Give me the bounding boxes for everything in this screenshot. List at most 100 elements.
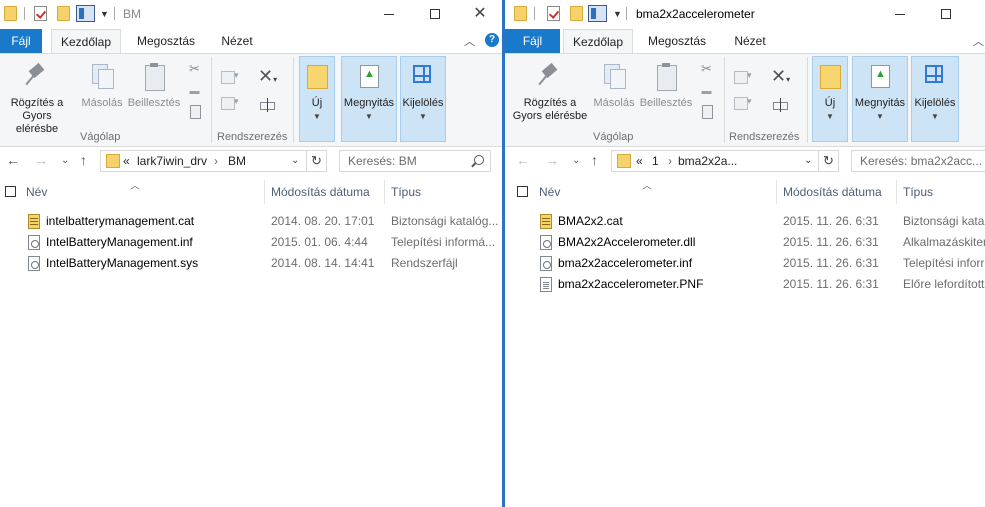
tab-view[interactable]: Nézet: [725, 29, 775, 54]
file-row[interactable]: bma2x2accelerometer.PNF 2015. 11. 26. 6:…: [505, 274, 985, 295]
copy-path-icon[interactable]: ▬: [187, 84, 202, 99]
maximize-button[interactable]: [923, 2, 969, 26]
minimize-button[interactable]: [877, 2, 923, 26]
divider: [384, 180, 385, 204]
pin-quick-access-button[interactable]: Rögzítés a Gyors elérésbe: [4, 62, 70, 136]
recent-locations-chevron-icon[interactable]: ⌄: [572, 155, 580, 166]
tab-share[interactable]: Megosztás: [641, 29, 713, 54]
pin-quick-access-button[interactable]: Rögzítés a Gyors elérésbe: [511, 62, 589, 123]
chevron-down-icon: ▼: [313, 112, 321, 121]
paste-shortcut-icon[interactable]: [187, 104, 202, 119]
move-to-icon[interactable]: [733, 68, 755, 88]
tab-home[interactable]: Kezdőlap: [563, 29, 633, 54]
copy-button[interactable]: Másolás: [590, 62, 638, 110]
collapse-ribbon-chevron-icon[interactable]: ︿: [973, 33, 984, 49]
cut-icon[interactable]: [699, 61, 714, 76]
paste-shortcut-icon[interactable]: [699, 104, 714, 119]
column-name[interactable]: Név: [26, 185, 47, 199]
new-folder-icon[interactable]: [570, 6, 583, 21]
search-input[interactable]: Keresés: bma2x2acc...: [851, 150, 985, 172]
select-all-checkbox[interactable]: [5, 186, 16, 197]
back-icon[interactable]: ←: [6, 152, 20, 168]
delete-icon[interactable]: ✕▾: [258, 66, 282, 86]
up-icon[interactable]: ↑: [591, 152, 598, 168]
file-row[interactable]: IntelBatteryManagement.sys 2014. 08. 14.…: [0, 253, 502, 274]
chevron-down-icon: ▼: [931, 112, 939, 121]
address-bar[interactable]: « 1 › bma2x2a... ⌄: [611, 150, 819, 172]
file-row[interactable]: BMA2x2.cat 2015. 11. 26. 6:31 Biztonsági…: [505, 211, 985, 232]
address-dropdown-chevron-icon[interactable]: ⌄: [291, 155, 299, 166]
copy-icon: [90, 62, 114, 92]
details-pane-icon[interactable]: [588, 5, 607, 22]
properties-icon[interactable]: [34, 6, 47, 21]
tab-file[interactable]: Fájl: [505, 29, 560, 54]
file-row[interactable]: IntelBatteryManagement.inf 2015. 01. 06.…: [0, 232, 502, 253]
help-icon[interactable]: ?: [485, 33, 499, 47]
column-name[interactable]: Név: [539, 185, 560, 199]
file-row[interactable]: intelbatterymanagement.cat 2014. 08. 20.…: [0, 211, 502, 232]
tab-file[interactable]: Fájl: [0, 29, 42, 54]
tab-home[interactable]: Kezdőlap: [51, 29, 121, 54]
breadcrumb-item[interactable]: bma2x2a...: [678, 154, 737, 168]
select-button[interactable]: Kijelölés ▼: [911, 56, 959, 142]
maximize-button[interactable]: [412, 2, 458, 26]
column-date[interactable]: Módosítás dátuma: [271, 185, 370, 199]
move-to-icon[interactable]: [220, 68, 242, 88]
copy-to-icon[interactable]: [733, 94, 755, 114]
copy-path-icon[interactable]: ▬: [699, 84, 714, 99]
catalog-file-icon: [28, 214, 40, 229]
column-type[interactable]: Típus: [391, 185, 421, 199]
tab-share[interactable]: Megosztás: [130, 29, 202, 54]
cut-icon[interactable]: [187, 61, 202, 76]
window-title: bma2x2accelerometer: [636, 7, 755, 21]
select-button[interactable]: Kijelölés ▼: [400, 56, 446, 142]
address-dropdown-chevron-icon[interactable]: ⌄: [804, 155, 812, 166]
recent-locations-chevron-icon[interactable]: ⌄: [61, 155, 69, 166]
forward-icon[interactable]: →: [545, 152, 559, 168]
breadcrumb-item[interactable]: BM: [228, 154, 246, 168]
copy-button[interactable]: Másolás: [78, 62, 126, 110]
divider: [114, 7, 115, 20]
collapse-ribbon-chevron-icon[interactable]: ︿: [464, 33, 475, 49]
breadcrumb-overflow[interactable]: «: [636, 154, 643, 168]
customize-toolbar-chevron-icon[interactable]: ▼: [100, 9, 109, 19]
copy-to-icon[interactable]: [220, 94, 242, 114]
minimize-button[interactable]: [366, 2, 412, 26]
new-folder-icon: [306, 63, 328, 89]
customize-toolbar-chevron-icon[interactable]: ▼: [613, 9, 622, 19]
details-pane-icon[interactable]: [76, 5, 95, 22]
column-date[interactable]: Módosítás dátuma: [783, 185, 882, 199]
new-folder-icon[interactable]: [57, 6, 70, 21]
up-icon[interactable]: ↑: [80, 152, 87, 168]
search-input[interactable]: Keresés: BM: [339, 150, 491, 172]
back-icon[interactable]: ←: [516, 152, 530, 168]
forward-icon[interactable]: →: [34, 152, 48, 168]
breadcrumb-item[interactable]: lark7iwin_drv: [137, 154, 207, 168]
paste-button[interactable]: Beillesztés: [638, 62, 694, 110]
breadcrumb-overflow[interactable]: «: [123, 154, 130, 168]
close-button[interactable]: ✕: [457, 2, 502, 26]
properties-icon[interactable]: [547, 6, 560, 21]
rename-icon[interactable]: [258, 96, 276, 114]
paste-button[interactable]: Beillesztés: [126, 62, 182, 110]
tab-view[interactable]: Nézet: [212, 29, 262, 54]
new-folder-button[interactable]: Új ▼: [812, 56, 848, 142]
file-row[interactable]: bma2x2accelerometer.inf 2015. 11. 26. 6:…: [505, 253, 985, 274]
file-date: 2015. 11. 26. 6:31: [783, 277, 879, 291]
ribbon: Rögzítés a Gyors elérésbe Másolás Beille…: [505, 53, 985, 147]
breadcrumb-item[interactable]: 1: [652, 154, 659, 168]
file-row[interactable]: BMA2x2Accelerometer.dll 2015. 11. 26. 6:…: [505, 232, 985, 253]
address-bar[interactable]: « lark7iwin_drv › BM ⌄: [100, 150, 307, 172]
rename-icon[interactable]: [771, 96, 789, 114]
column-header-row: Név ︿ Módosítás dátuma Típus: [0, 178, 502, 206]
column-type[interactable]: Típus: [903, 185, 933, 199]
select-grid-icon: [923, 63, 947, 89]
open-button[interactable]: Megnyitás ▼: [341, 56, 397, 142]
new-folder-button[interactable]: Új ▼: [299, 56, 335, 142]
delete-icon[interactable]: ✕▾: [771, 66, 795, 86]
refresh-button[interactable]: ↻: [818, 150, 839, 172]
window-title: BM: [123, 7, 141, 21]
refresh-button[interactable]: ↻: [306, 150, 327, 172]
select-all-checkbox[interactable]: [517, 186, 528, 197]
open-button[interactable]: Megnyitás ▼: [852, 56, 908, 142]
